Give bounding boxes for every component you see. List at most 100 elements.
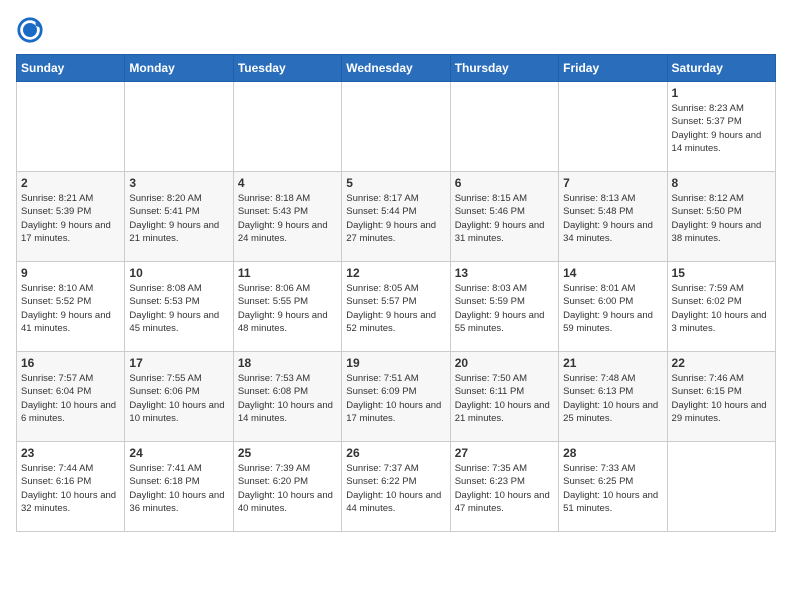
day-number: 18 xyxy=(238,356,337,370)
calendar-cell: 20 Sunrise: 7:50 AM Sunset: 6:11 PM Dayli… xyxy=(450,352,558,442)
day-number: 6 xyxy=(455,176,554,190)
week-row-5: 23 Sunrise: 7:44 AM Sunset: 6:16 PM Dayli… xyxy=(17,442,776,532)
calendar-cell: 23 Sunrise: 7:44 AM Sunset: 6:16 PM Dayli… xyxy=(17,442,125,532)
day-info: Sunrise: 7:33 AM Sunset: 6:25 PM Dayligh… xyxy=(563,462,662,515)
calendar-cell: 21 Sunrise: 7:48 AM Sunset: 6:13 PM Dayli… xyxy=(559,352,667,442)
day-number: 16 xyxy=(21,356,120,370)
calendar-cell: 5 Sunrise: 8:17 AM Sunset: 5:44 PM Daylig… xyxy=(342,172,450,262)
calendar-cell: 27 Sunrise: 7:35 AM Sunset: 6:23 PM Dayli… xyxy=(450,442,558,532)
day-number: 10 xyxy=(129,266,228,280)
weekday-header-sunday: Sunday xyxy=(17,55,125,82)
day-number: 23 xyxy=(21,446,120,460)
day-info: Sunrise: 8:08 AM Sunset: 5:53 PM Dayligh… xyxy=(129,282,228,335)
calendar-cell: 28 Sunrise: 7:33 AM Sunset: 6:25 PM Dayli… xyxy=(559,442,667,532)
day-number: 25 xyxy=(238,446,337,460)
day-info: Sunrise: 7:51 AM Sunset: 6:09 PM Dayligh… xyxy=(346,372,445,425)
day-number: 11 xyxy=(238,266,337,280)
calendar-cell xyxy=(125,82,233,172)
day-number: 21 xyxy=(563,356,662,370)
calendar-cell: 16 Sunrise: 7:57 AM Sunset: 6:04 PM Dayli… xyxy=(17,352,125,442)
day-number: 2 xyxy=(21,176,120,190)
day-info: Sunrise: 8:01 AM Sunset: 6:00 PM Dayligh… xyxy=(563,282,662,335)
day-number: 24 xyxy=(129,446,228,460)
calendar-cell: 13 Sunrise: 8:03 AM Sunset: 5:59 PM Dayli… xyxy=(450,262,558,352)
calendar-cell: 11 Sunrise: 8:06 AM Sunset: 5:55 PM Dayli… xyxy=(233,262,341,352)
calendar-cell: 22 Sunrise: 7:46 AM Sunset: 6:15 PM Dayli… xyxy=(667,352,775,442)
day-number: 1 xyxy=(672,86,771,100)
day-info: Sunrise: 8:03 AM Sunset: 5:59 PM Dayligh… xyxy=(455,282,554,335)
day-info: Sunrise: 7:39 AM Sunset: 6:20 PM Dayligh… xyxy=(238,462,337,515)
calendar-cell: 8 Sunrise: 8:12 AM Sunset: 5:50 PM Daylig… xyxy=(667,172,775,262)
day-number: 17 xyxy=(129,356,228,370)
day-info: Sunrise: 7:41 AM Sunset: 6:18 PM Dayligh… xyxy=(129,462,228,515)
day-info: Sunrise: 8:06 AM Sunset: 5:55 PM Dayligh… xyxy=(238,282,337,335)
calendar-cell: 12Sunrise: 8:05 AM Sunset: 5:57 PM Dayli… xyxy=(342,262,450,352)
day-info: Sunrise: 7:53 AM Sunset: 6:08 PM Dayligh… xyxy=(238,372,337,425)
day-number: 3 xyxy=(129,176,228,190)
week-row-2: 2 Sunrise: 8:21 AM Sunset: 5:39 PM Daylig… xyxy=(17,172,776,262)
day-info: Sunrise: 7:57 AM Sunset: 6:04 PM Dayligh… xyxy=(21,372,120,425)
day-info: Sunrise: 8:15 AM Sunset: 5:46 PM Dayligh… xyxy=(455,192,554,245)
day-info: Sunrise: 7:37 AM Sunset: 6:22 PM Dayligh… xyxy=(346,462,445,515)
day-number: 4 xyxy=(238,176,337,190)
calendar-cell: 3 Sunrise: 8:20 AM Sunset: 5:41 PM Daylig… xyxy=(125,172,233,262)
calendar-cell xyxy=(233,82,341,172)
calendar-cell xyxy=(17,82,125,172)
day-info: Sunrise: 7:48 AM Sunset: 6:13 PM Dayligh… xyxy=(563,372,662,425)
day-number: 28 xyxy=(563,446,662,460)
calendar-cell xyxy=(342,82,450,172)
day-info: Sunrise: 8:12 AM Sunset: 5:50 PM Dayligh… xyxy=(672,192,771,245)
calendar-cell: 7Sunrise: 8:13 AM Sunset: 5:48 PM Daylig… xyxy=(559,172,667,262)
day-info: Sunrise: 7:59 AM Sunset: 6:02 PM Dayligh… xyxy=(672,282,771,335)
day-number: 19 xyxy=(346,356,445,370)
week-row-1: 1 Sunrise: 8:23 AM Sunset: 5:37 PM Daylig… xyxy=(17,82,776,172)
day-info: Sunrise: 7:55 AM Sunset: 6:06 PM Dayligh… xyxy=(129,372,228,425)
day-number: 12 xyxy=(346,266,445,280)
calendar-cell xyxy=(450,82,558,172)
weekday-header-friday: Friday xyxy=(559,55,667,82)
day-info: Sunrise: 7:50 AM Sunset: 6:11 PM Dayligh… xyxy=(455,372,554,425)
day-number: 9 xyxy=(21,266,120,280)
calendar-cell: 24 Sunrise: 7:41 AM Sunset: 6:18 PM Dayli… xyxy=(125,442,233,532)
calendar-cell xyxy=(559,82,667,172)
calendar-cell: 26 Sunrise: 7:37 AM Sunset: 6:22 PM Dayli… xyxy=(342,442,450,532)
calendar-cell: 17 Sunrise: 7:55 AM Sunset: 6:06 PM Dayli… xyxy=(125,352,233,442)
day-info: Sunrise: 8:10 AM Sunset: 5:52 PM Dayligh… xyxy=(21,282,120,335)
weekday-header-saturday: Saturday xyxy=(667,55,775,82)
day-info: Sunrise: 7:35 AM Sunset: 6:23 PM Dayligh… xyxy=(455,462,554,515)
day-number: 7 xyxy=(563,176,662,190)
weekday-header-thursday: Thursday xyxy=(450,55,558,82)
day-info: Sunrise: 7:46 AM Sunset: 6:15 PM Dayligh… xyxy=(672,372,771,425)
calendar-cell: 1 Sunrise: 8:23 AM Sunset: 5:37 PM Daylig… xyxy=(667,82,775,172)
calendar: SundayMondayTuesdayWednesdayThursdayFrid… xyxy=(16,54,776,532)
day-number: 15 xyxy=(672,266,771,280)
day-info: Sunrise: 7:44 AM Sunset: 6:16 PM Dayligh… xyxy=(21,462,120,515)
calendar-cell: 15 Sunrise: 7:59 AM Sunset: 6:02 PM Dayli… xyxy=(667,262,775,352)
weekday-header-wednesday: Wednesday xyxy=(342,55,450,82)
day-number: 20 xyxy=(455,356,554,370)
day-number: 13 xyxy=(455,266,554,280)
day-info: Sunrise: 8:17 AM Sunset: 5:44 PM Dayligh… xyxy=(346,192,445,245)
calendar-cell: 9 Sunrise: 8:10 AM Sunset: 5:52 PM Daylig… xyxy=(17,262,125,352)
day-info: Sunrise: 8:23 AM Sunset: 5:37 PM Dayligh… xyxy=(672,102,771,155)
day-number: 27 xyxy=(455,446,554,460)
day-number: 22 xyxy=(672,356,771,370)
page-header xyxy=(16,16,776,44)
day-number: 8 xyxy=(672,176,771,190)
weekday-header-row: SundayMondayTuesdayWednesdayThursdayFrid… xyxy=(17,55,776,82)
day-number: 5 xyxy=(346,176,445,190)
calendar-cell: 10 Sunrise: 8:08 AM Sunset: 5:53 PM Dayli… xyxy=(125,262,233,352)
week-row-3: 9 Sunrise: 8:10 AM Sunset: 5:52 PM Daylig… xyxy=(17,262,776,352)
calendar-cell: 19 Sunrise: 7:51 AM Sunset: 6:09 PM Dayli… xyxy=(342,352,450,442)
day-info: Sunrise: 8:20 AM Sunset: 5:41 PM Dayligh… xyxy=(129,192,228,245)
day-number: 14 xyxy=(563,266,662,280)
calendar-cell: 14 Sunrise: 8:01 AM Sunset: 6:00 PM Dayli… xyxy=(559,262,667,352)
calendar-cell: 4Sunrise: 8:18 AM Sunset: 5:43 PM Daylig… xyxy=(233,172,341,262)
calendar-cell: 25 Sunrise: 7:39 AM Sunset: 6:20 PM Dayli… xyxy=(233,442,341,532)
week-row-4: 16 Sunrise: 7:57 AM Sunset: 6:04 PM Dayli… xyxy=(17,352,776,442)
day-info: Sunrise: 8:21 AM Sunset: 5:39 PM Dayligh… xyxy=(21,192,120,245)
logo-icon xyxy=(16,16,44,44)
day-number: 26 xyxy=(346,446,445,460)
calendar-cell xyxy=(667,442,775,532)
calendar-cell: 18 Sunrise: 7:53 AM Sunset: 6:08 PM Dayli… xyxy=(233,352,341,442)
